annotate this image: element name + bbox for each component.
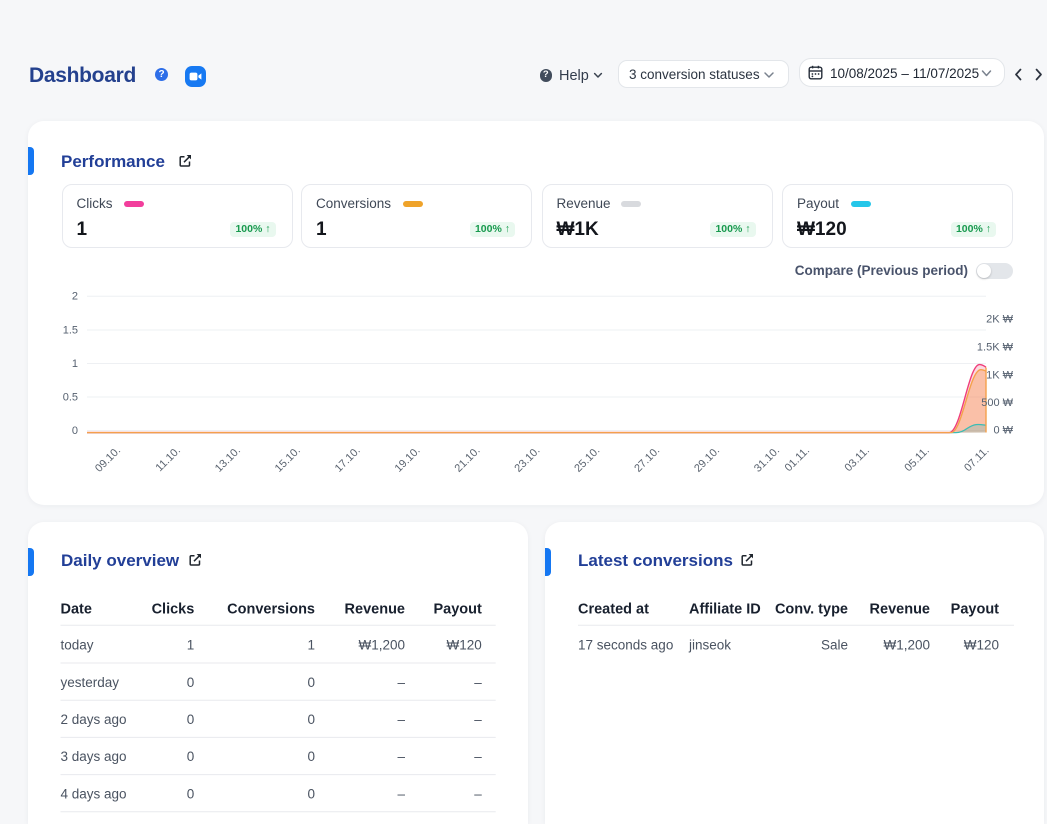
svg-text:Sale: Sale	[821, 638, 848, 653]
svg-text:17 seconds ago: 17 seconds ago	[578, 638, 673, 653]
svg-text:Conv. type: Conv. type	[775, 601, 848, 617]
svg-text:Revenue: Revenue	[870, 601, 930, 617]
svg-text:₩1,200: ₩1,200	[883, 638, 930, 653]
svg-text:Affiliate ID: Affiliate ID	[689, 601, 761, 617]
svg-text:Payout: Payout	[951, 601, 1000, 617]
svg-text:jinseok: jinseok	[688, 638, 731, 653]
svg-text:Created at: Created at	[578, 601, 649, 617]
svg-text:₩120: ₩120	[964, 638, 999, 653]
